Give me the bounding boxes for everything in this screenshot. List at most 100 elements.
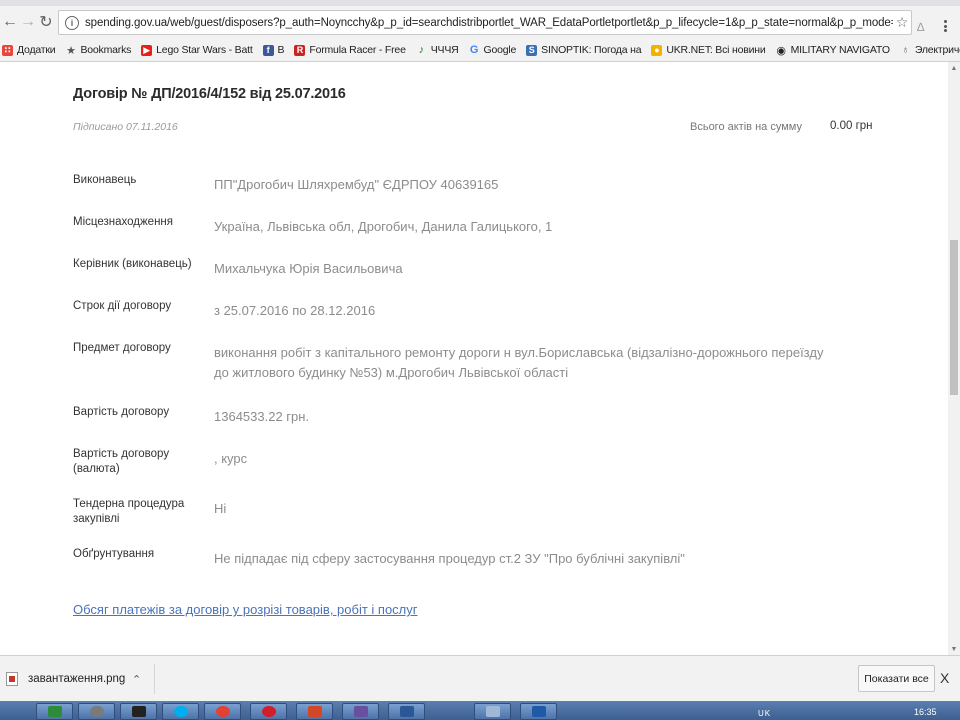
contract-title: Договір № ДП/2016/4/152 від 25.07.2016 — [73, 86, 346, 102]
gear-icon — [89, 706, 104, 717]
arrow-left-icon: ← — [2, 13, 18, 30]
acts-total-value: 0.00 грн — [830, 120, 873, 132]
address-bar[interactable]: i spending.gov.ua/web/guest/disposers?p_… — [58, 10, 912, 35]
skype-icon — [173, 706, 188, 717]
info-icon[interactable]: i — [65, 15, 79, 30]
field-value: з 25.07.2016 по 28.12.2016 — [214, 303, 376, 318]
field-label: Виконавець — [73, 174, 137, 186]
bookmark-label: B — [277, 44, 285, 56]
close-icon[interactable]: X — [940, 670, 949, 686]
field-label: Обґрунтування — [73, 548, 155, 560]
field-value: ПП"Дрогобич Шляхрембуд" ЄДРПОУ 40639165 — [214, 177, 499, 192]
scroll-thumb[interactable] — [950, 240, 958, 395]
bookmark-item[interactable]: S SINOPTIK: Погода на — [526, 44, 642, 56]
explorer-icon — [531, 706, 546, 717]
field-value: Україна, Львівська обл, Дрогобич, Данила… — [214, 219, 553, 234]
reload-button[interactable]: ↻ — [36, 10, 56, 34]
bookmark-item[interactable]: fB — [262, 44, 285, 56]
bookmark-item[interactable]: R Formula Racer - Free — [294, 44, 406, 56]
back-button[interactable]: ← — [0, 10, 20, 34]
taskbar-settings-button[interactable] — [78, 703, 115, 720]
bookmark-item[interactable]: G Google — [469, 44, 517, 56]
forward-button[interactable]: → — [18, 10, 38, 34]
taskbar-powerpoint-button[interactable] — [296, 703, 333, 720]
field-label: Тендерна процедура закупівлі — [73, 498, 185, 525]
bookmark-item[interactable]: ◉ MILITARY NAVIGATO — [776, 44, 890, 57]
window-icon — [485, 706, 500, 717]
vertical-scrollbar[interactable]: ▲ ▼ — [948, 62, 960, 655]
weather-icon: S — [526, 44, 538, 56]
word-icon — [399, 706, 414, 717]
field-value: Не підпадає під сферу застосування проце… — [214, 551, 685, 566]
field-label: Строк дії договору — [73, 300, 172, 312]
apps-grid-icon: ∷ — [2, 44, 13, 56]
bookmark-label: MILITARY NAVIGATO — [790, 44, 890, 56]
taskbar-window-button[interactable] — [474, 703, 511, 720]
app-icon — [353, 706, 368, 717]
bookmark-label: Bookmarks — [80, 44, 132, 56]
bookmarks-bar: ∷ Додатки ★ Bookmarks ▶ Lego Star Wars - Batt… — [0, 39, 960, 62]
bookmark-item[interactable]: ★ Bookmarks — [65, 44, 132, 57]
bulb-icon: ♁ — [901, 44, 910, 56]
chrome-icon — [215, 706, 230, 717]
page-content: Договір № ДП/2016/4/152 від 25.07.2016 П… — [0, 62, 948, 655]
taskbar-word-button[interactable] — [388, 703, 425, 720]
bookmark-item[interactable]: ∷ Додатки — [2, 44, 56, 56]
chevron-up-icon[interactable]: ⌃ — [132, 673, 141, 686]
show-all-downloads-button[interactable]: Показати все — [858, 665, 935, 692]
field-value: 1364533.22 грн. — [214, 409, 310, 424]
os-taskbar: UK 16:35 — [0, 701, 960, 720]
scroll-up-icon[interactable]: ▲ — [948, 62, 960, 74]
field-value: , курс — [214, 451, 248, 466]
bookmark-label: UKR.NET: Всі новини — [666, 44, 766, 56]
extension-icon[interactable]: ∆ — [917, 20, 931, 34]
bookmark-label: Электрические — [914, 44, 960, 56]
bookmark-label: Formula Racer - Free — [309, 44, 406, 56]
payments-breakdown-link[interactable]: Обсяг платежів за договір у розрізі това… — [73, 602, 418, 617]
star-icon: ★ — [66, 44, 76, 57]
taskbar-app-button[interactable] — [342, 703, 379, 720]
tray-language[interactable]: UK — [758, 709, 771, 718]
google-icon: G — [469, 44, 479, 56]
opera-icon — [261, 706, 276, 717]
scroll-down-icon[interactable]: ▼ — [948, 643, 960, 655]
youtube-icon: ▶ — [141, 44, 153, 56]
field-label: Вартість договору (валюта) — [73, 448, 170, 475]
military-icon: ◉ — [776, 44, 786, 57]
taskbar-opera-button[interactable] — [250, 703, 287, 720]
field-label: Керівник (виконавець) — [73, 258, 192, 270]
taskbar-media-button[interactable] — [120, 703, 157, 720]
field-label: Вартість договору — [73, 406, 170, 418]
bookmark-star-icon[interactable]: ☆ — [893, 14, 911, 31]
bookmark-label: ЧЧЧЯ — [430, 44, 459, 56]
bookmark-item[interactable]: ▶ Lego Star Wars - Batt — [141, 44, 253, 56]
taskbar-clock[interactable]: 16:35 — [914, 707, 937, 717]
acts-total-label: Всього актів на сумму — [690, 121, 802, 133]
ukrnet-icon: ● — [651, 44, 663, 56]
facebook-icon: f — [262, 44, 274, 56]
bookmark-label: SINOPTIK: Погода на — [541, 44, 642, 56]
image-file-icon — [6, 672, 18, 686]
url-text[interactable]: spending.gov.ua/web/guest/disposers?p_au… — [85, 17, 893, 29]
menu-button[interactable] — [940, 18, 950, 34]
taskbar-excel-button[interactable] — [36, 703, 73, 720]
bookmark-item[interactable]: ♁ Электрические — [900, 44, 960, 56]
taskbar-chrome-button[interactable] — [204, 703, 241, 720]
field-value: Михальчука Юрія Васильовича — [214, 261, 403, 276]
field-value: виконання робіт з капітального ремонту д… — [214, 345, 824, 380]
game-icon: ♪ — [418, 44, 425, 56]
download-file-name[interactable]: завантаження.png — [28, 673, 128, 685]
bookmark-label: Lego Star Wars - Batt — [156, 44, 253, 56]
bookmark-item[interactable]: ● UKR.NET: Всі новини — [651, 44, 766, 56]
field-label: Місцезнаходження — [73, 216, 173, 228]
media-icon — [131, 706, 146, 717]
arrow-right-icon: → — [20, 13, 36, 30]
reload-icon: ↻ — [39, 14, 53, 31]
bookmark-item[interactable]: ♪ ЧЧЧЯ — [416, 44, 459, 56]
signed-date: Підписано 07.11.2016 — [73, 121, 178, 133]
bookmark-label: Додатки — [17, 44, 56, 56]
racer-icon: R — [294, 44, 306, 56]
taskbar-skype-button[interactable] — [162, 703, 199, 720]
download-item[interactable]: завантаження.png ⌃ — [0, 664, 155, 694]
taskbar-explorer-button[interactable] — [520, 703, 557, 720]
